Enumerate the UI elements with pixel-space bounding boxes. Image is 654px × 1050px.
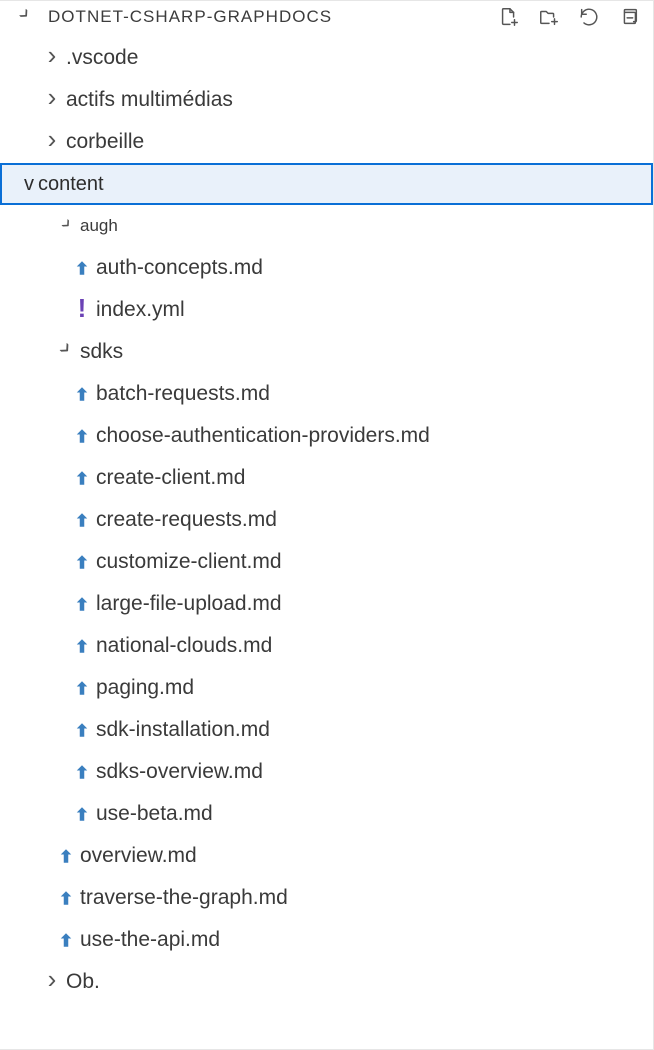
markdown-file-icon: [52, 889, 80, 907]
file-label: customize-client.md: [96, 550, 282, 574]
tree-folder-selected[interactable]: v content: [0, 163, 653, 205]
tree-folder[interactable]: sdks: [0, 331, 653, 373]
markdown-file-icon: [68, 469, 96, 487]
file-label: batch-requests.md: [96, 382, 270, 406]
file-label: traverse-the-graph.md: [80, 886, 288, 910]
yaml-file-icon: !: [68, 297, 96, 323]
markdown-file-icon: [68, 427, 96, 445]
tree-file[interactable]: use-beta.md: [0, 793, 653, 835]
tree-file[interactable]: national-clouds.md: [0, 625, 653, 667]
folder-label: content: [38, 173, 104, 196]
file-label: index.yml: [96, 298, 185, 322]
file-label: paging.md: [96, 676, 194, 700]
tree-folder[interactable]: corbeille: [0, 121, 653, 163]
tree-file[interactable]: use-the-api.md: [0, 919, 653, 961]
tree-folder[interactable]: actifs multimédias: [0, 79, 653, 121]
chevron-right-icon: [38, 968, 66, 996]
expand-marker: v: [0, 173, 38, 196]
tree-file[interactable]: paging.md: [0, 667, 653, 709]
markdown-file-icon: [52, 931, 80, 949]
folder-label: .vscode: [66, 46, 138, 70]
file-label: use-the-api.md: [80, 928, 220, 952]
tree-file[interactable]: create-requests.md: [0, 499, 653, 541]
new-file-icon[interactable]: [497, 5, 521, 29]
markdown-file-icon: [68, 511, 96, 529]
tree-file[interactable]: sdk-installation.md: [0, 709, 653, 751]
file-label: use-beta.md: [96, 802, 213, 826]
folder-label: sdks: [80, 340, 123, 364]
file-label: auth-concepts.md: [96, 256, 263, 280]
tree-file[interactable]: overview.md: [0, 835, 653, 877]
tree-file[interactable]: batch-requests.md: [0, 373, 653, 415]
markdown-file-icon: [52, 847, 80, 865]
tree-folder[interactable]: .vscode: [0, 37, 653, 79]
chevron-right-icon: [38, 128, 66, 156]
workspace-title: DOTNET-CSHARP-GRAPHDOCS: [48, 7, 489, 27]
markdown-file-icon: [68, 805, 96, 823]
markdown-file-icon: [68, 595, 96, 613]
markdown-file-icon: [68, 763, 96, 781]
tree-file[interactable]: customize-client.md: [0, 541, 653, 583]
new-folder-icon[interactable]: [537, 5, 561, 29]
refresh-icon[interactable]: [577, 5, 601, 29]
chevron-down-icon: [52, 338, 80, 366]
file-label: sdk-installation.md: [96, 718, 270, 742]
markdown-file-icon: [68, 679, 96, 697]
tree-file[interactable]: create-client.md: [0, 457, 653, 499]
chevron-right-icon: [38, 86, 66, 114]
file-label: national-clouds.md: [96, 634, 272, 658]
chevron-down-icon[interactable]: [14, 5, 36, 29]
tree-file[interactable]: choose-authentication-providers.md: [0, 415, 653, 457]
header-actions: [497, 5, 641, 29]
markdown-file-icon: [68, 637, 96, 655]
markdown-file-icon: [68, 553, 96, 571]
tree-file[interactable]: ! index.yml: [0, 289, 653, 331]
markdown-file-icon: [68, 385, 96, 403]
file-label: large-file-upload.md: [96, 592, 282, 616]
markdown-file-icon: [68, 259, 96, 277]
folder-label: Ob.: [66, 970, 100, 994]
chevron-right-icon: [38, 44, 66, 72]
file-label: choose-authentication-providers.md: [96, 424, 430, 448]
file-label: overview.md: [80, 844, 197, 868]
tree-folder[interactable]: Ob.: [0, 961, 653, 1003]
folder-label: actifs multimédias: [66, 88, 233, 112]
folder-label: augh: [80, 216, 118, 236]
tree-folder[interactable]: augh: [0, 205, 653, 247]
tree-file[interactable]: auth-concepts.md: [0, 247, 653, 289]
tree-file[interactable]: sdks-overview.md: [0, 751, 653, 793]
markdown-file-icon: [68, 721, 96, 739]
file-label: create-client.md: [96, 466, 245, 490]
folder-label: corbeille: [66, 130, 144, 154]
explorer-header: DOTNET-CSHARP-GRAPHDOCS: [0, 1, 653, 35]
collapse-all-icon[interactable]: [617, 5, 641, 29]
file-label: sdks-overview.md: [96, 760, 263, 784]
file-tree: .vscode actifs multimédias corbeille v c…: [0, 35, 653, 1003]
chevron-down-icon: [54, 214, 80, 238]
file-label: create-requests.md: [96, 508, 277, 532]
tree-file[interactable]: large-file-upload.md: [0, 583, 653, 625]
tree-file[interactable]: traverse-the-graph.md: [0, 877, 653, 919]
